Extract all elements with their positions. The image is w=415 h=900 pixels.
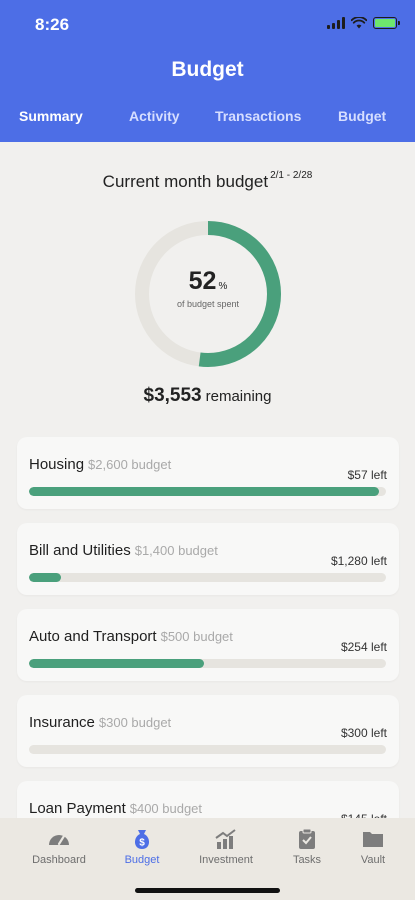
nav-investment[interactable]: Investment <box>186 828 266 866</box>
percent-caption: of budget spent <box>176 299 240 309</box>
remaining-amount: $3,553 <box>143 385 202 406</box>
category-name: Loan Payment $400 budget <box>29 800 203 817</box>
nav-label: Tasks <box>292 854 322 866</box>
nav-budget[interactable]: $ Budget <box>102 828 182 866</box>
status-icons <box>327 17 400 29</box>
progress-fill <box>29 487 379 496</box>
category-progress-bar <box>29 745 386 754</box>
ring-center-text: 52% of budget spent <box>133 267 283 309</box>
status-bar: 8:26 <box>0 0 415 50</box>
summary-title-text: Current month budget <box>102 172 269 191</box>
header: 8:26 Budget Summary Activity Transaction… <box>0 0 415 142</box>
percent-symbol: % <box>218 281 228 292</box>
category-name: Bill and Utilities $1,400 budget <box>29 542 218 559</box>
tab-transactions[interactable]: Transactions <box>215 108 301 124</box>
nav-label: Budget <box>124 854 160 866</box>
remaining-summary: $3,553 remaining <box>0 385 415 407</box>
percent-spent: 52% <box>133 267 283 296</box>
tab-budget[interactable]: Budget <box>338 108 386 124</box>
nav-label: Dashboard <box>32 854 86 866</box>
category-budget: $2,600 budget <box>88 457 172 472</box>
progress-fill <box>29 573 62 582</box>
category-left: $1,280 left <box>330 554 387 568</box>
summary-title: Current month budget 2/1 - 2/28 <box>0 170 415 192</box>
progress-fill <box>29 659 204 668</box>
category-name: Auto and Transport $500 budget <box>29 628 233 645</box>
money-bag-icon: $ <box>134 830 150 849</box>
category-card-housing[interactable]: Housing $2,600 budget $57 left <box>17 437 399 509</box>
category-budget: $500 budget <box>160 629 233 644</box>
category-progress-bar <box>29 573 386 582</box>
tab-bar: Summary Activity Transactions Budget <box>0 108 415 128</box>
tab-summary[interactable]: Summary <box>19 108 83 124</box>
nav-label: Investment <box>199 854 253 866</box>
svg-text:$: $ <box>139 838 145 849</box>
chart-up-icon <box>215 829 236 849</box>
category-name: Insurance $300 budget <box>29 714 172 731</box>
category-card-auto-transport[interactable]: Auto and Transport $500 budget $254 left <box>17 609 399 681</box>
category-left: $300 left <box>340 726 387 740</box>
tab-activity[interactable]: Activity <box>129 108 180 124</box>
nav-dashboard[interactable]: Dashboard <box>19 828 99 866</box>
category-card-bills-utilities[interactable]: Bill and Utilities $1,400 budget $1,280 l… <box>17 523 399 595</box>
percent-value: 52 <box>188 267 217 295</box>
home-indicator <box>135 888 280 893</box>
folder-icon <box>363 832 383 847</box>
page-title: Budget <box>171 58 244 81</box>
clipboard-icon <box>299 828 315 849</box>
category-budget: $400 budget <box>129 801 203 816</box>
category-name: Housing $2,600 budget <box>29 456 172 473</box>
signal-icon <box>327 17 345 29</box>
battery-icon <box>373 17 400 29</box>
nav-label: Vault <box>360 854 386 866</box>
status-time: 8:26 <box>35 15 70 34</box>
date-range: 2/1 - 2/28 <box>270 170 313 181</box>
category-budget: $1,400 budget <box>134 543 218 558</box>
category-left: $57 left <box>347 468 387 482</box>
category-left: $254 left <box>340 640 387 654</box>
nav-vault[interactable]: Vault <box>333 828 413 866</box>
category-card-insurance[interactable]: Insurance $300 budget $300 left <box>17 695 399 767</box>
remaining-label: remaining <box>205 388 272 405</box>
wifi-icon <box>351 17 367 29</box>
gauge-icon <box>49 834 69 846</box>
category-progress-bar <box>29 659 386 668</box>
category-budget: $300 budget <box>98 715 172 730</box>
category-progress-bar <box>29 487 386 496</box>
